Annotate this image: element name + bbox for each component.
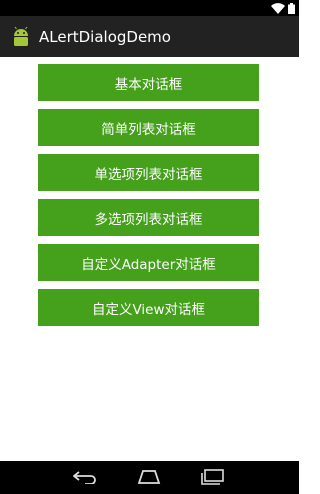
custom-view-dialog-button[interactable]: 自定义View对话框 [38,289,259,326]
multi-choice-dialog-button[interactable]: 多选项列表对话框 [38,199,259,236]
back-icon[interactable] [71,467,101,487]
status-bar [0,0,299,16]
wifi-icon [271,0,285,18]
app-title: ALertDialogDemo [39,27,171,46]
status-icons [271,2,295,14]
recents-icon[interactable] [197,467,227,487]
main-content: 基本对话框 简单列表对话框 单选项列表对话框 多选项列表对话框 自定义Adapt… [0,57,299,461]
single-choice-dialog-button[interactable]: 单选项列表对话框 [38,154,259,191]
custom-adapter-dialog-button[interactable]: 自定义Adapter对话框 [38,244,259,281]
home-icon[interactable] [134,467,164,487]
basic-dialog-button[interactable]: 基本对话框 [38,64,259,101]
navigation-bar [0,461,299,494]
action-bar: ALertDialogDemo [0,16,299,57]
android-icon [9,25,33,49]
battery-icon [288,0,295,18]
simple-list-dialog-button[interactable]: 简单列表对话框 [38,109,259,146]
